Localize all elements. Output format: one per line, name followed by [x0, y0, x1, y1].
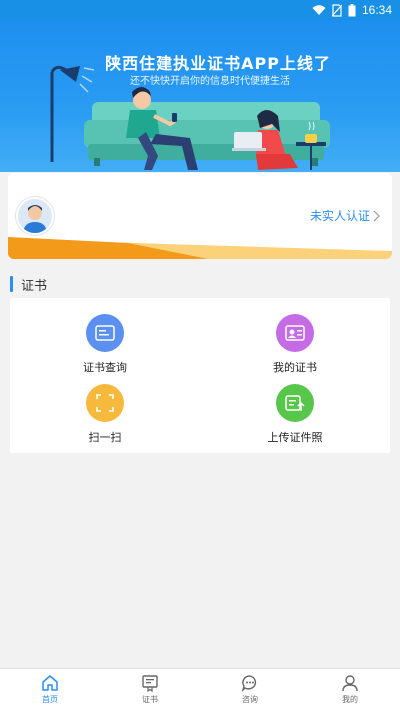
nav-label: 首页 — [42, 695, 58, 704]
scan-icon — [86, 384, 124, 422]
wifi-icon — [312, 4, 326, 15]
banner-title: 陕西住建执业证书APP上线了 — [105, 54, 331, 73]
certificate-grid: 证书查询 我的证书 扫一扫 上传证件照 — [10, 298, 390, 453]
banner[interactable]: 陕西住建执业证书APP上线了 还不快快开启你的信息时代便捷生活 — [0, 20, 400, 172]
verify-label: 未实人认证 — [309, 209, 370, 223]
nav-item-home[interactable]: 首页 — [0, 669, 100, 711]
my-certificate-icon — [276, 314, 314, 352]
certificate-icon — [142, 675, 158, 692]
home-icon — [42, 675, 58, 691]
nav-item-consult[interactable]: 咨询 — [200, 669, 300, 711]
banner-illustration — [50, 65, 330, 170]
banner-subtitle: 还不快快开启你的信息时代便捷生活 — [130, 76, 290, 87]
grid-item-upload-photo[interactable]: 上传证件照 — [200, 384, 390, 454]
avatar[interactable] — [16, 197, 54, 235]
real-name-verify-link[interactable]: 未实人认证 — [310, 207, 380, 224]
grid-label: 上传证件照 — [267, 431, 323, 444]
status-icons: 16:34 — [312, 3, 392, 17]
nav-item-certificate[interactable]: 证书 — [100, 669, 200, 711]
grid-item-scan[interactable]: 扫一扫 — [10, 384, 200, 454]
grid-item-certificate-search[interactable]: 证书查询 — [10, 314, 200, 384]
status-time: 16:34 — [361, 3, 392, 17]
no-sim-icon — [331, 3, 342, 17]
card-decorative-stripe — [8, 237, 392, 259]
status-bar: 16:34 — [0, 0, 400, 20]
grid-item-my-certificate[interactable]: 我的证书 — [200, 314, 390, 384]
bottom-nav: 首页 证书 咨询 我的 — [0, 668, 400, 711]
section-header: 证书 — [10, 274, 47, 294]
section-title: 证书 — [21, 278, 48, 294]
nav-label: 证书 — [142, 695, 158, 704]
nav-label: 咨询 — [242, 695, 258, 704]
person-icon — [342, 675, 358, 692]
chevron-right-icon — [373, 210, 380, 221]
nav-item-mine[interactable]: 我的 — [300, 669, 400, 711]
nav-label: 我的 — [342, 695, 358, 704]
grid-label: 证书查询 — [83, 361, 127, 374]
section-accent-bar — [10, 276, 13, 292]
avatar-person-icon — [18, 199, 52, 233]
grid-label: 扫一扫 — [88, 431, 122, 444]
user-card[interactable]: 未实人认证 — [8, 173, 392, 259]
battery-icon — [348, 3, 356, 16]
chat-icon — [241, 675, 257, 692]
certificate-search-icon — [86, 314, 124, 352]
upload-photo-icon — [276, 384, 314, 422]
grid-label: 我的证书 — [273, 361, 317, 374]
